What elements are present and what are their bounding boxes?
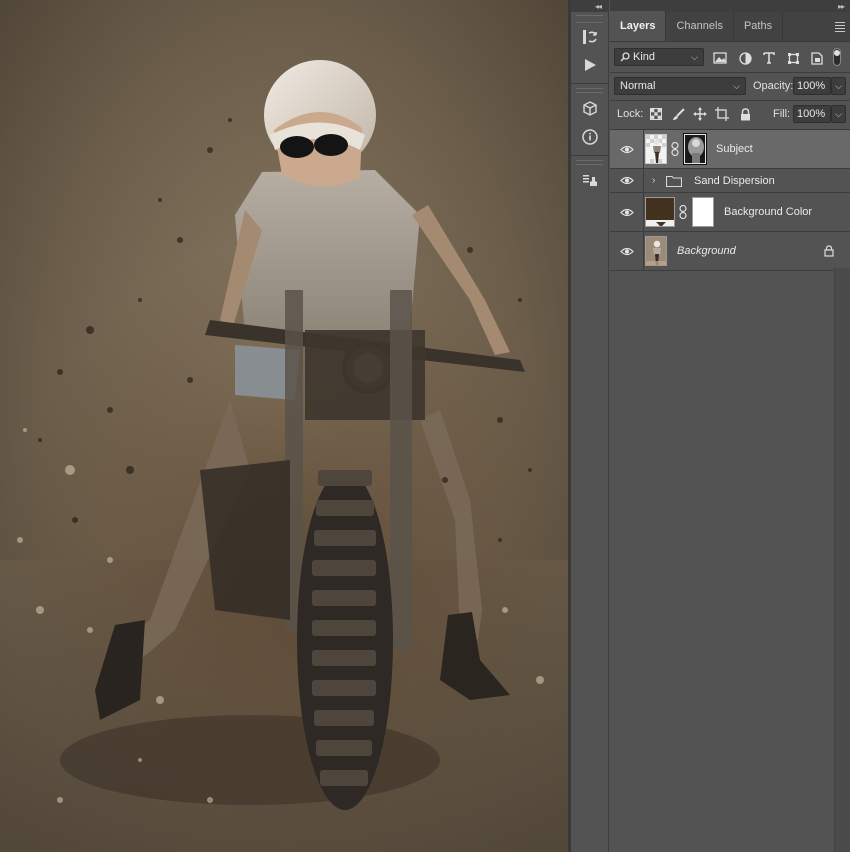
strip-header: ◂◂ — [571, 0, 608, 12]
collapse-panel-icon[interactable]: ▸▸ — [838, 2, 845, 11]
clone-source-button[interactable] — [571, 167, 609, 195]
document-canvas[interactable] — [0, 0, 568, 852]
collapsed-panel-strip: ◂◂ — [571, 0, 609, 852]
strip-grip[interactable] — [576, 160, 603, 165]
visibility-toggle[interactable] — [610, 130, 644, 168]
history-icon — [583, 30, 597, 44]
image-filter-icon[interactable] — [711, 49, 729, 67]
lock-icon[interactable] — [824, 245, 834, 257]
fill-value: 100% — [797, 108, 826, 120]
3d-cube-icon — [583, 101, 597, 116]
layer-row-background[interactable]: Background — [610, 232, 850, 271]
filter-row: Kind ⌵ — [610, 42, 850, 72]
canvas-image — [0, 0, 568, 852]
expand-chevron-icon[interactable]: › — [652, 175, 660, 186]
shape-filter-icon[interactable] — [784, 49, 802, 67]
adjustment-filter-icon[interactable] — [736, 49, 754, 67]
layer-mask-thumbnail[interactable] — [692, 197, 714, 227]
visibility-toggle[interactable] — [610, 193, 644, 231]
eye-icon — [619, 247, 634, 255]
layers-panel: ▸▸ Layers Channels Paths Kind ⌵ Normal ⌵… — [610, 0, 850, 852]
collapse-strip-icon[interactable]: ◂◂ — [595, 2, 602, 11]
lock-all-icon[interactable] — [736, 105, 754, 123]
strip-grip[interactable] — [576, 88, 603, 93]
blend-mode-value: Normal — [620, 80, 656, 92]
clone-source-icon — [583, 175, 597, 186]
lock-move-icon[interactable] — [691, 105, 709, 123]
tab-layers[interactable]: Layers — [610, 11, 667, 41]
lock-row: Lock: Fill: 100% ⌵ — [610, 101, 850, 128]
visibility-toggle[interactable] — [610, 232, 644, 270]
strip-separator — [571, 155, 608, 156]
opacity-label: Opacity: — [753, 80, 794, 92]
panel-scroll-track[interactable] — [834, 268, 850, 852]
fill-layer-thumbnail[interactable] — [645, 197, 675, 227]
layer-thumbnail[interactable] — [645, 236, 667, 266]
panel-tabs: Layers Channels Paths — [610, 11, 850, 42]
fill-label: Fill: — [773, 108, 791, 120]
actions-button[interactable] — [571, 51, 609, 79]
search-icon — [620, 52, 630, 62]
info-icon — [582, 129, 598, 145]
chevron-down-icon: ⌵ — [733, 81, 740, 91]
fill-field[interactable]: 100% — [793, 105, 831, 123]
blend-mode-select[interactable]: Normal ⌵ — [614, 77, 746, 95]
layer-mask-thumbnail[interactable] — [683, 133, 707, 165]
layer-row-sand-dispersion[interactable]: › Sand Dispersion — [610, 169, 850, 193]
lock-transparent-icon[interactable] — [647, 105, 665, 123]
lock-artboard-icon[interactable] — [713, 105, 731, 123]
info-button[interactable] — [571, 123, 609, 151]
tab-channels[interactable]: Channels — [666, 11, 734, 41]
opacity-value: 100% — [797, 80, 826, 92]
eye-icon — [619, 145, 634, 153]
layer-row-background-color[interactable]: Background Color — [610, 193, 850, 232]
eye-icon — [619, 208, 634, 216]
opacity-field[interactable]: 100% — [793, 77, 831, 95]
chain-link-icon[interactable] — [669, 142, 681, 156]
eye-icon — [619, 176, 634, 185]
strip-separator — [571, 83, 608, 84]
chevron-down-icon: ⌵ — [691, 52, 698, 62]
tab-paths[interactable]: Paths — [734, 11, 784, 41]
layer-thumbnail[interactable] — [645, 134, 667, 164]
folder-icon — [666, 175, 682, 187]
smart-object-filter-icon[interactable] — [808, 49, 826, 67]
filter-kind-label: Kind — [633, 51, 656, 63]
history-button[interactable] — [571, 23, 609, 51]
play-actions-icon — [585, 59, 596, 71]
layer-row-subject[interactable]: Subject — [610, 130, 850, 169]
strip-grip[interactable] — [576, 15, 603, 23]
layer-name[interactable]: Sand Dispersion — [694, 175, 775, 187]
visibility-toggle[interactable] — [610, 169, 644, 192]
filter-toggle-icon[interactable] — [831, 48, 843, 66]
layer-name[interactable]: Background Color — [724, 206, 812, 218]
layer-name[interactable]: Background — [677, 245, 736, 257]
panel-menu-icon[interactable] — [835, 22, 845, 34]
3d-button[interactable] — [571, 95, 609, 123]
fill-dropdown[interactable]: ⌵ — [831, 105, 846, 123]
filter-kind-select[interactable]: Kind ⌵ — [614, 48, 704, 66]
chain-link-icon[interactable] — [677, 205, 689, 219]
type-filter-icon[interactable] — [760, 49, 778, 67]
blend-row: Normal ⌵ Opacity: 100% ⌵ — [610, 73, 850, 100]
layers-list: Subject › Sand Dispersion Background Col… — [610, 129, 850, 271]
lock-paint-icon[interactable] — [669, 105, 687, 123]
layer-name[interactable]: Subject — [716, 143, 753, 155]
opacity-dropdown[interactable]: ⌵ — [831, 77, 846, 95]
lock-label: Lock: — [617, 108, 644, 120]
